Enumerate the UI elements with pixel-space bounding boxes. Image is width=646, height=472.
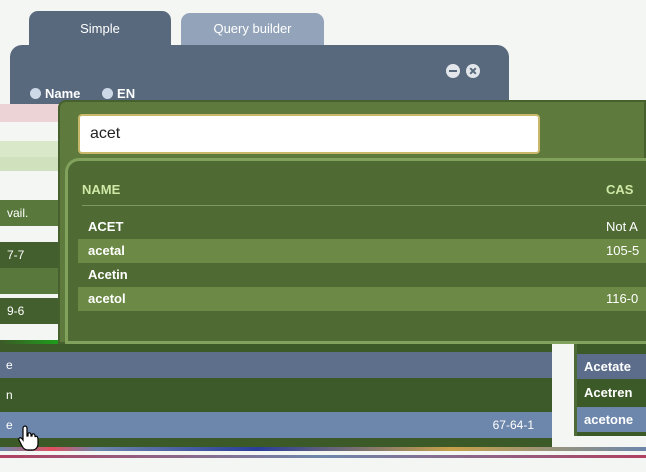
render-artifact [0, 455, 646, 458]
list-item[interactable]: Acetren [577, 380, 646, 405]
cell-cas: 67-64-1 [492, 418, 534, 432]
cell-name: e [6, 418, 13, 432]
render-artifact [0, 447, 646, 451]
result-name: Acetin [88, 267, 128, 282]
result-name: ACET [88, 219, 124, 234]
radio-name[interactable]: Name [30, 86, 80, 101]
radio-dot-icon [102, 88, 114, 99]
cell-name: e [6, 358, 13, 372]
hand-pointer-icon [18, 425, 39, 451]
table-row[interactable]: n [0, 382, 552, 408]
result-cas: Not A [606, 219, 638, 234]
radio-name-label: Name [45, 86, 81, 101]
tab-simple[interactable]: Simple [29, 11, 171, 47]
result-name: acetal [88, 243, 125, 258]
search-input[interactable] [78, 114, 540, 154]
table-row-selected[interactable]: e 67-64-1 [0, 412, 552, 438]
results-list: NAME CAS ACET Not A acetal 105-5 Acetin … [65, 158, 646, 344]
result-cas: 105-5 [606, 243, 640, 258]
result-cas: 116-0 [606, 291, 639, 306]
list-item[interactable]: acetol 116-0 [78, 287, 646, 311]
radio-dot-icon [30, 88, 41, 99]
column-header-name: NAME [82, 182, 121, 197]
column-header-cas: CAS [606, 182, 634, 197]
result-name: acetol [88, 291, 126, 306]
background-cell: 7-7 [0, 242, 58, 268]
cell-name: n [6, 388, 13, 402]
list-item-selected[interactable]: acetone [577, 407, 646, 432]
minus-circle-icon[interactable] [446, 64, 460, 78]
background-cell [0, 268, 58, 294]
results-header: NAME CAS [82, 175, 646, 206]
background-cell: 9-6 [0, 298, 58, 324]
results-panel-left: e n e 67-64-1 [0, 341, 552, 447]
background-stripe [0, 157, 60, 171]
radio-en-label: EN [117, 86, 136, 101]
radio-en[interactable]: EN [102, 86, 135, 101]
list-item[interactable]: ACET Not A [78, 215, 646, 239]
background-cell: vail. [0, 200, 58, 226]
list-item[interactable]: acetal 105-5 [78, 239, 646, 263]
tab-query-builder[interactable]: Query builder [181, 13, 324, 45]
close-circle-icon[interactable] [466, 64, 480, 78]
list-item[interactable]: Acetin [78, 263, 646, 287]
results-panel-right: Acetate Acetren acetone [574, 344, 646, 436]
list-item[interactable]: Acetate [577, 354, 646, 379]
table-row[interactable]: e [0, 352, 552, 378]
